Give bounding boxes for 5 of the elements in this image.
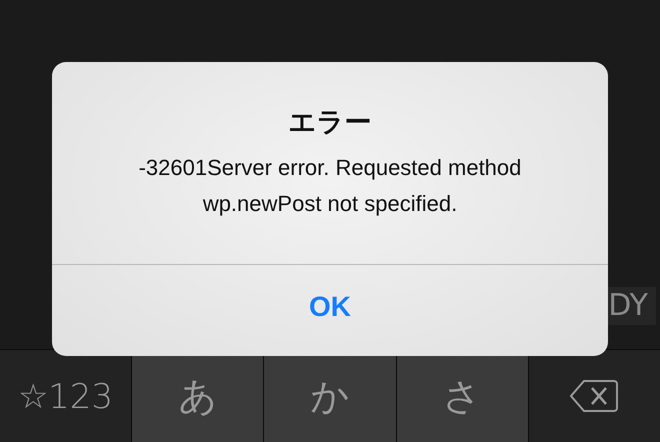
alert-message: -32601Server error. Requested method wp.newPost not specified. (138, 154, 522, 218)
symbols-key[interactable]: ☆123 (0, 350, 132, 442)
backspace-icon (570, 379, 618, 413)
delete-key[interactable] (528, 350, 660, 442)
alert-title: エラー (288, 106, 372, 140)
